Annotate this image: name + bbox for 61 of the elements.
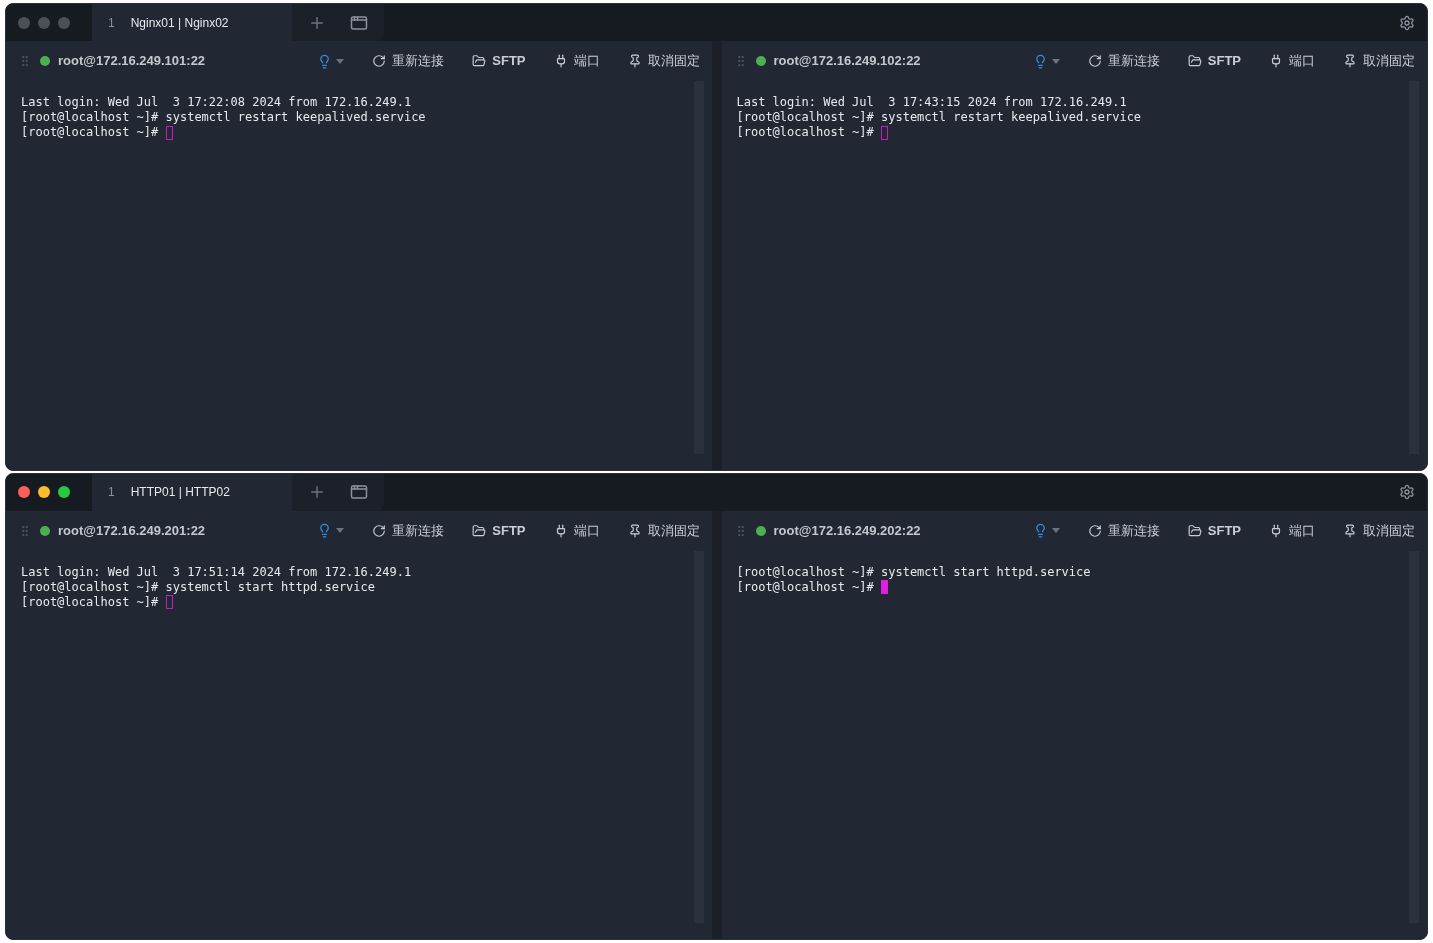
folder-icon bbox=[472, 523, 487, 538]
terminal-line: Last login: Wed Jul 3 17:51:14 2024 from 172.16.249.1 bbox=[21, 564, 412, 580]
toolbar-button[interactable]: SFTP bbox=[472, 520, 526, 541]
toolbar-button[interactable]: 端口 bbox=[553, 520, 600, 541]
terminal-line: [root@localhost ~]# systemctl restart keepalived.service bbox=[736, 110, 1142, 125]
terminal-line: Last login: Wed Jul 3 17:43:15 2024 from 172.16.249.1 bbox=[736, 95, 1127, 110]
toolbar-button[interactable]: 重新连接 bbox=[372, 520, 445, 541]
host-label: root@172.16.249.201:22 bbox=[58, 521, 206, 540]
pin-icon bbox=[627, 523, 642, 538]
terminal-line: Last login: Wed Jul 3 17:22:08 2024 from 172.16.249.1 bbox=[21, 95, 412, 110]
toolbar-button[interactable]: 重新连接 bbox=[1087, 51, 1160, 71]
caret-icon bbox=[1051, 528, 1060, 533]
settings-icon[interactable] bbox=[1399, 14, 1415, 31]
hint-dropdown[interactable] bbox=[317, 53, 345, 69]
reload-icon bbox=[1087, 523, 1102, 538]
caret-icon bbox=[336, 528, 345, 533]
terminal-line: [root@localhost ~]# systemctl start httpd.service bbox=[21, 579, 375, 595]
terminal-line: [root@localhost ~]# systemctl start httpd.service bbox=[736, 564, 1091, 580]
pin-icon bbox=[1343, 54, 1357, 68]
toolbar-button[interactable]: 端口 bbox=[1269, 520, 1315, 541]
pin-icon bbox=[627, 54, 642, 68]
toolbar-button[interactable]: 取消固定 bbox=[627, 520, 700, 541]
host-label: root@172.16.249.101:22 bbox=[58, 52, 206, 71]
toolbar-button[interactable]: 重新连接 bbox=[1087, 520, 1160, 541]
plug-icon bbox=[1269, 54, 1283, 68]
terminal-line: [root@localhost ~]# systemctl restart keepalived.service bbox=[21, 110, 426, 125]
toolbar-button[interactable]: 取消固定 bbox=[1343, 520, 1415, 541]
toolbar-button[interactable]: SFTP bbox=[1187, 51, 1241, 71]
toolbar-button[interactable]: 取消固定 bbox=[1343, 51, 1415, 71]
hint-dropdown[interactable] bbox=[317, 523, 345, 538]
window-icon[interactable] bbox=[350, 13, 368, 32]
plug-icon bbox=[1269, 523, 1283, 538]
host-label: root@172.16.249.202:22 bbox=[773, 521, 921, 540]
toolbar-button[interactable]: 端口 bbox=[553, 51, 600, 71]
toolbar-button[interactable]: 重新连接 bbox=[372, 51, 445, 71]
host-label: root@172.16.249.102:22 bbox=[773, 52, 921, 71]
traffic-light[interactable] bbox=[38, 486, 50, 498]
folder-icon bbox=[472, 54, 487, 68]
new-tab-icon[interactable] bbox=[308, 483, 326, 501]
traffic-light[interactable] bbox=[18, 486, 30, 498]
tab[interactable]: 1 HTTP01 | HTTP02 bbox=[92, 473, 292, 511]
toolbar-button[interactable]: SFTP bbox=[1187, 520, 1241, 541]
terminal-line: [root@localhost ~]# bbox=[21, 594, 160, 610]
toolbar-button[interactable]: 端口 bbox=[1269, 51, 1315, 71]
folder-icon bbox=[1187, 54, 1202, 68]
caret-icon bbox=[336, 58, 345, 64]
caret-icon bbox=[1051, 58, 1060, 64]
reload-icon bbox=[372, 54, 387, 68]
pin-icon bbox=[1343, 523, 1357, 538]
folder-icon bbox=[1187, 523, 1202, 538]
reload-icon bbox=[1087, 54, 1102, 68]
traffic-light[interactable] bbox=[58, 486, 70, 498]
toolbar-button[interactable]: 取消固定 bbox=[627, 51, 700, 71]
reload-icon bbox=[372, 523, 387, 538]
window-icon[interactable] bbox=[350, 483, 368, 501]
toolbar-button[interactable]: SFTP bbox=[472, 51, 526, 71]
terminal-line: [root@localhost ~]# bbox=[736, 125, 875, 140]
terminal-line: [root@localhost ~]# bbox=[736, 579, 875, 595]
terminal-line: [root@localhost ~]# bbox=[21, 125, 160, 140]
tab[interactable]: 1 Nginx01 | Nginx02 bbox=[92, 4, 292, 41]
settings-icon[interactable] bbox=[1399, 484, 1415, 500]
